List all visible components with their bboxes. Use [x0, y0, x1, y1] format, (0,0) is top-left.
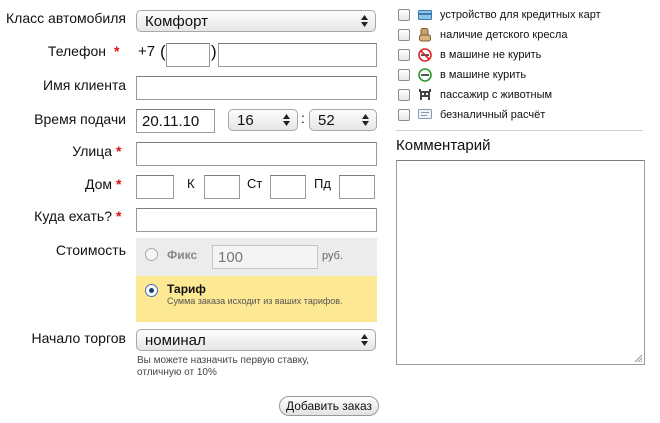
structure-input[interactable] [270, 175, 306, 199]
no-smoking-option-label: в машине не курить [440, 49, 542, 61]
auction-label: Начало торгов [31, 330, 126, 346]
tariff-radio-dot [149, 288, 154, 293]
destination-required-mark: * [116, 208, 122, 224]
pickup-time-label: Время подачи [34, 111, 126, 127]
destination-input[interactable] [136, 208, 377, 232]
options-divider [396, 130, 643, 131]
street-required-mark: * [116, 143, 122, 159]
entrance-input[interactable] [339, 175, 375, 199]
pickup-hour-value: 16 [237, 112, 254, 129]
smoking-icon [418, 68, 432, 82]
fixed-amount-input[interactable]: 100 [212, 245, 318, 269]
cost-label: Стоимость [55, 242, 126, 258]
pickup-minute-select[interactable]: 52 [309, 109, 377, 131]
client-name-label: Имя клиента [43, 77, 126, 93]
phone-number-input[interactable] [218, 43, 377, 67]
street-input[interactable] [136, 142, 377, 166]
smoking-checkbox[interactable] [398, 69, 410, 81]
child-seat-icon [419, 28, 431, 42]
house-label: Дом [84, 176, 112, 192]
phone-prefix: +7 [138, 43, 156, 60]
resize-grip-icon[interactable] [634, 354, 643, 363]
no-smoking-checkbox[interactable] [398, 49, 410, 61]
client-name-input[interactable] [136, 76, 377, 100]
cashless-checkbox[interactable] [398, 109, 410, 121]
no-smoking-icon [418, 48, 432, 62]
child-seat-checkbox[interactable] [398, 29, 410, 41]
pet-option-label: пассажир с животным [440, 89, 553, 101]
house-required-mark: * [116, 176, 122, 192]
structure-label: Ст [247, 176, 263, 191]
building-label: К [187, 176, 195, 191]
fixed-radio[interactable] [145, 248, 158, 261]
select-arrows-icon [361, 334, 368, 346]
phone-required-mark: * [114, 43, 120, 59]
street-label: Улица [72, 143, 112, 159]
credit-card-checkbox[interactable] [398, 9, 410, 21]
phone-paren-open: ( [160, 42, 166, 61]
destination-label: Куда ехать? [34, 208, 112, 224]
tariff-label: Тариф [167, 282, 206, 296]
building-input[interactable] [204, 175, 240, 199]
credit-card-option-label: устройство для кредитных карт [440, 9, 601, 21]
tariff-description: Сумма заказа исходит из ваших тарифов. [167, 296, 343, 306]
pet-icon [419, 89, 431, 100]
auction-hint: Вы можете назначить первую ставку, отлич… [137, 355, 309, 379]
add-order-button[interactable]: Добавить заказ [279, 396, 379, 416]
auction-start-value: номинал [145, 332, 206, 349]
select-arrows-icon [283, 114, 290, 126]
comment-label: Комментарий [396, 137, 491, 154]
pet-checkbox[interactable] [398, 89, 410, 101]
auction-hint-line1: Вы можете назначить первую ставку, [137, 355, 309, 366]
select-arrows-icon [361, 15, 368, 27]
cashless-icon [418, 109, 432, 119]
car-class-select[interactable]: Комфорт [136, 10, 376, 32]
phone-code-input[interactable] [166, 43, 210, 67]
auction-start-select[interactable]: номинал [136, 329, 376, 351]
pickup-date-input[interactable]: 20.11.10 [136, 109, 215, 133]
select-arrows-icon [362, 114, 369, 126]
smoking-option-label: в машине курить [440, 69, 527, 81]
time-separator: : [301, 110, 305, 126]
house-number-input[interactable] [136, 175, 174, 199]
tariff-radio[interactable] [145, 284, 158, 297]
comment-textarea[interactable] [396, 160, 645, 365]
entrance-label: Пд [314, 176, 331, 191]
credit-card-icon [418, 10, 432, 20]
pickup-minute-value: 52 [318, 112, 335, 129]
cashless-option-label: безналичный расчёт [440, 109, 546, 121]
fixed-unit: руб. [322, 250, 343, 262]
car-class-label: Класс автомобиля [6, 10, 126, 26]
phone-label: Телефон [47, 43, 106, 59]
fixed-label: Фикс [167, 248, 198, 262]
car-class-value: Комфорт [145, 13, 208, 30]
auction-hint-line2: отличную от 10% [137, 367, 217, 378]
child-seat-option-label: наличие детского кресла [440, 29, 568, 41]
pickup-hour-select[interactable]: 16 [228, 109, 298, 131]
phone-paren-close: ) [211, 42, 217, 61]
